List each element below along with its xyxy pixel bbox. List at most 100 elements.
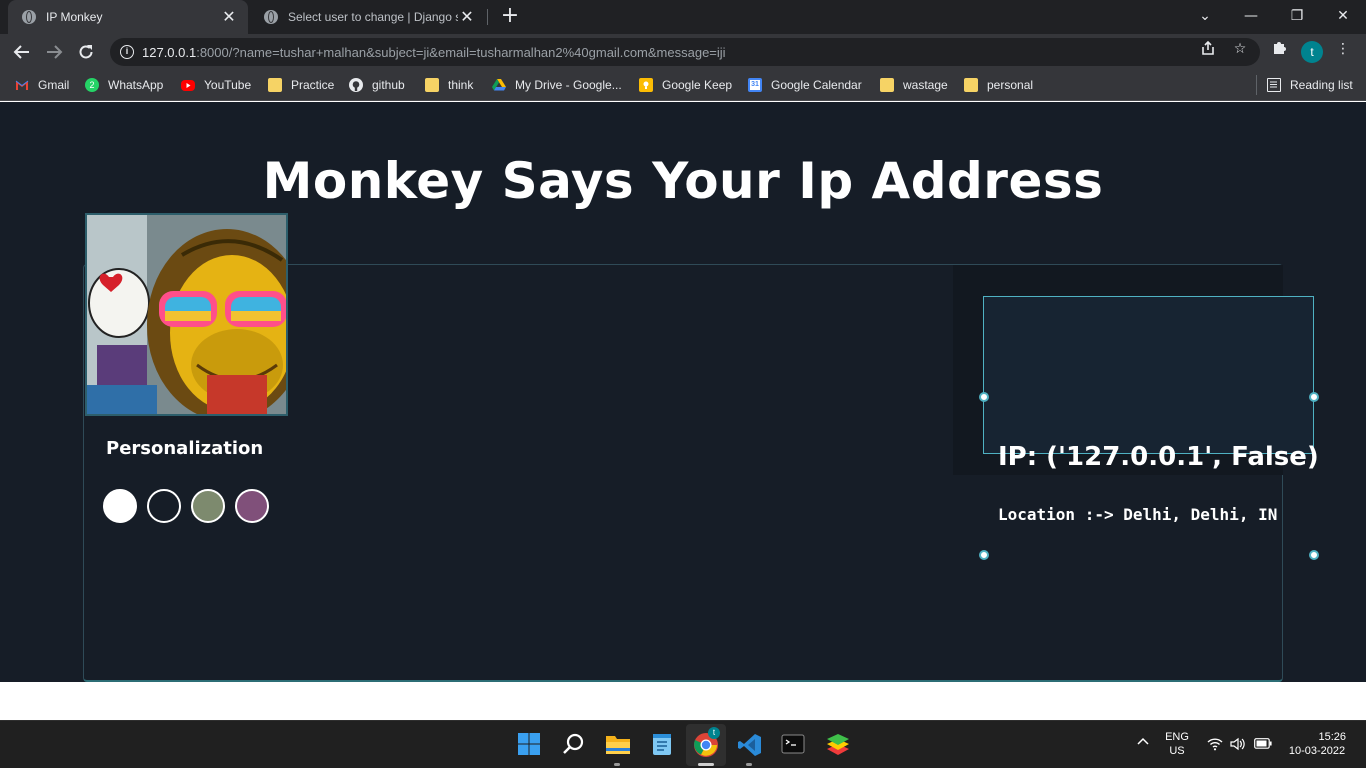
bookmarks-separator <box>1256 75 1257 95</box>
tab-close-icon[interactable]: ✕ <box>458 7 476 27</box>
google-keep-icon <box>639 78 653 92</box>
bookmarks-bar: Gmail 2 WhatsApp YouTube Practice github… <box>0 70 1366 101</box>
clock[interactable]: 15:26 10-03-2022 <box>1280 731 1354 757</box>
menu-kebab-icon[interactable]: ⋮ <box>1334 40 1352 58</box>
restore-button[interactable]: ❐ <box>1274 0 1320 34</box>
bookmark-google-keep[interactable]: Google Keep <box>639 76 732 94</box>
forward-button[interactable] <box>42 40 66 64</box>
bookmark-folder-think[interactable]: think <box>425 76 473 94</box>
theme-swatch-olive[interactable] <box>191 489 225 523</box>
tab-close-icon[interactable]: ✕ <box>220 7 238 27</box>
bookmark-star-icon[interactable]: ☆ <box>1231 40 1249 58</box>
bookmark-whatsapp[interactable]: 2 WhatsApp <box>85 76 163 94</box>
chrome-icon[interactable]: t <box>693 727 720 758</box>
resize-handle-bottom-left[interactable] <box>979 550 989 560</box>
notepad-icon[interactable] <box>650 732 676 758</box>
bookmark-label: Practice <box>291 78 335 92</box>
chrome-profile-badge: t <box>708 727 720 739</box>
bookmark-label: Google Calendar <box>771 78 862 92</box>
bookmark-google-drive[interactable]: My Drive - Google... <box>492 76 622 94</box>
bookmark-label: think <box>448 78 474 92</box>
theme-swatch-white[interactable] <box>103 489 137 523</box>
vscode-running-indicator <box>746 763 752 766</box>
extensions-puzzle-icon[interactable] <box>1270 40 1288 58</box>
bookmark-label: wastage <box>903 78 948 92</box>
bookmark-folder-wastage[interactable]: wastage <box>880 76 948 94</box>
theme-swatch-purple[interactable] <box>235 489 269 523</box>
url-host: 127.0.0.1 <box>142 44 197 60</box>
bluestacks-icon[interactable] <box>825 732 851 758</box>
start-windows-icon[interactable] <box>517 732 543 758</box>
tab-separator <box>487 9 488 25</box>
bookmark-label: Gmail <box>38 78 70 92</box>
page-footer-strip <box>0 682 1366 720</box>
theme-swatch-navy[interactable] <box>147 489 181 523</box>
url-path: :8000/?name=tushar+malhan&subject=ji&ema… <box>196 44 726 60</box>
search-icon[interactable] <box>562 732 588 758</box>
resize-handle-bottom-right[interactable] <box>1309 550 1319 560</box>
google-drive-icon <box>492 78 506 92</box>
monkey-graffiti-image <box>85 213 288 416</box>
keyboard-region: US <box>1169 745 1185 757</box>
volume-icon[interactable] <box>1229 737 1247 754</box>
file-explorer-icon[interactable] <box>605 732 631 758</box>
browser-toolbar: i 127.0.0.1:8000/?name=tushar+malhan&sub… <box>0 34 1366 70</box>
bookmark-google-calendar[interactable]: 31 Google Calendar <box>748 76 862 94</box>
bookmark-gmail[interactable]: Gmail <box>15 76 69 94</box>
bookmark-label: personal <box>987 78 1034 92</box>
site-info-icon[interactable]: i <box>120 45 134 59</box>
profile-avatar[interactable]: t <box>1301 41 1323 63</box>
resize-handle-top-left[interactable] <box>979 392 989 402</box>
browser-tab-strip: IP Monkey ✕ Select user to change | Djan… <box>0 0 1366 34</box>
tab-ip-monkey[interactable]: IP Monkey ✕ <box>8 0 248 34</box>
address-bar[interactable]: i 127.0.0.1:8000/?name=tushar+malhan&sub… <box>110 38 1260 66</box>
folder-icon <box>964 78 978 92</box>
monkey-graffiti-illustration <box>87 215 286 414</box>
whatsapp-icon: 2 <box>85 78 99 92</box>
bookmark-label: Google Keep <box>662 78 733 92</box>
wifi-icon[interactable] <box>1206 737 1224 754</box>
close-window-button[interactable]: ✕ <box>1320 0 1366 34</box>
vscode-icon[interactable] <box>737 732 763 758</box>
reload-button[interactable] <box>74 40 98 64</box>
tab-title: IP Monkey <box>46 10 103 24</box>
gmail-icon <box>15 78 29 92</box>
personalization-heading: Personalization <box>106 438 264 459</box>
page-title: Monkey Says Your Ip Address <box>262 152 1104 210</box>
clock-date: 10-03-2022 <box>1288 745 1346 757</box>
share-icon[interactable] <box>1199 40 1217 58</box>
github-icon <box>349 78 363 92</box>
youtube-icon <box>181 79 195 91</box>
folder-icon <box>425 78 439 92</box>
bookmark-label: YouTube <box>204 78 252 92</box>
folder-icon <box>268 78 282 92</box>
arrow-left-icon <box>13 45 29 59</box>
reading-list-button[interactable]: Reading list <box>1267 76 1353 94</box>
tray-overflow-chevron-icon[interactable] <box>1133 734 1153 751</box>
new-tab-button[interactable]: + <box>498 4 522 28</box>
resize-handle-top-right[interactable] <box>1309 392 1319 402</box>
reload-icon <box>79 45 93 59</box>
minimize-button[interactable]: — <box>1228 0 1274 34</box>
reading-list-label: Reading list <box>1290 78 1353 92</box>
tab-search-button[interactable]: ⌄ <box>1182 0 1228 34</box>
back-button[interactable] <box>10 40 34 64</box>
location-text: Location :-> Delhi, Delhi, IN <box>998 505 1278 524</box>
tab-django-admin[interactable]: Select user to change | Django si ✕ <box>250 0 486 34</box>
language-indicator[interactable]: ENG US <box>1160 731 1194 757</box>
bookmark-label: WhatsApp <box>108 78 164 92</box>
bookmark-folder-practice[interactable]: Practice <box>268 76 334 94</box>
battery-icon[interactable] <box>1253 738 1273 752</box>
reading-list-icon <box>1267 78 1281 92</box>
terminal-icon[interactable] <box>781 732 807 758</box>
bookmark-folder-personal[interactable]: personal <box>964 76 1033 94</box>
explorer-running-indicator <box>614 763 620 766</box>
globe-icon <box>22 10 36 24</box>
bookmark-github[interactable]: github <box>349 76 405 94</box>
bookmark-youtube[interactable]: YouTube <box>181 76 251 94</box>
tab-title: Select user to change | Django si <box>288 10 458 24</box>
ip-info-box[interactable] <box>983 296 1314 454</box>
globe-icon <box>264 10 278 24</box>
chrome-running-indicator <box>698 763 714 766</box>
folder-icon <box>880 78 894 92</box>
